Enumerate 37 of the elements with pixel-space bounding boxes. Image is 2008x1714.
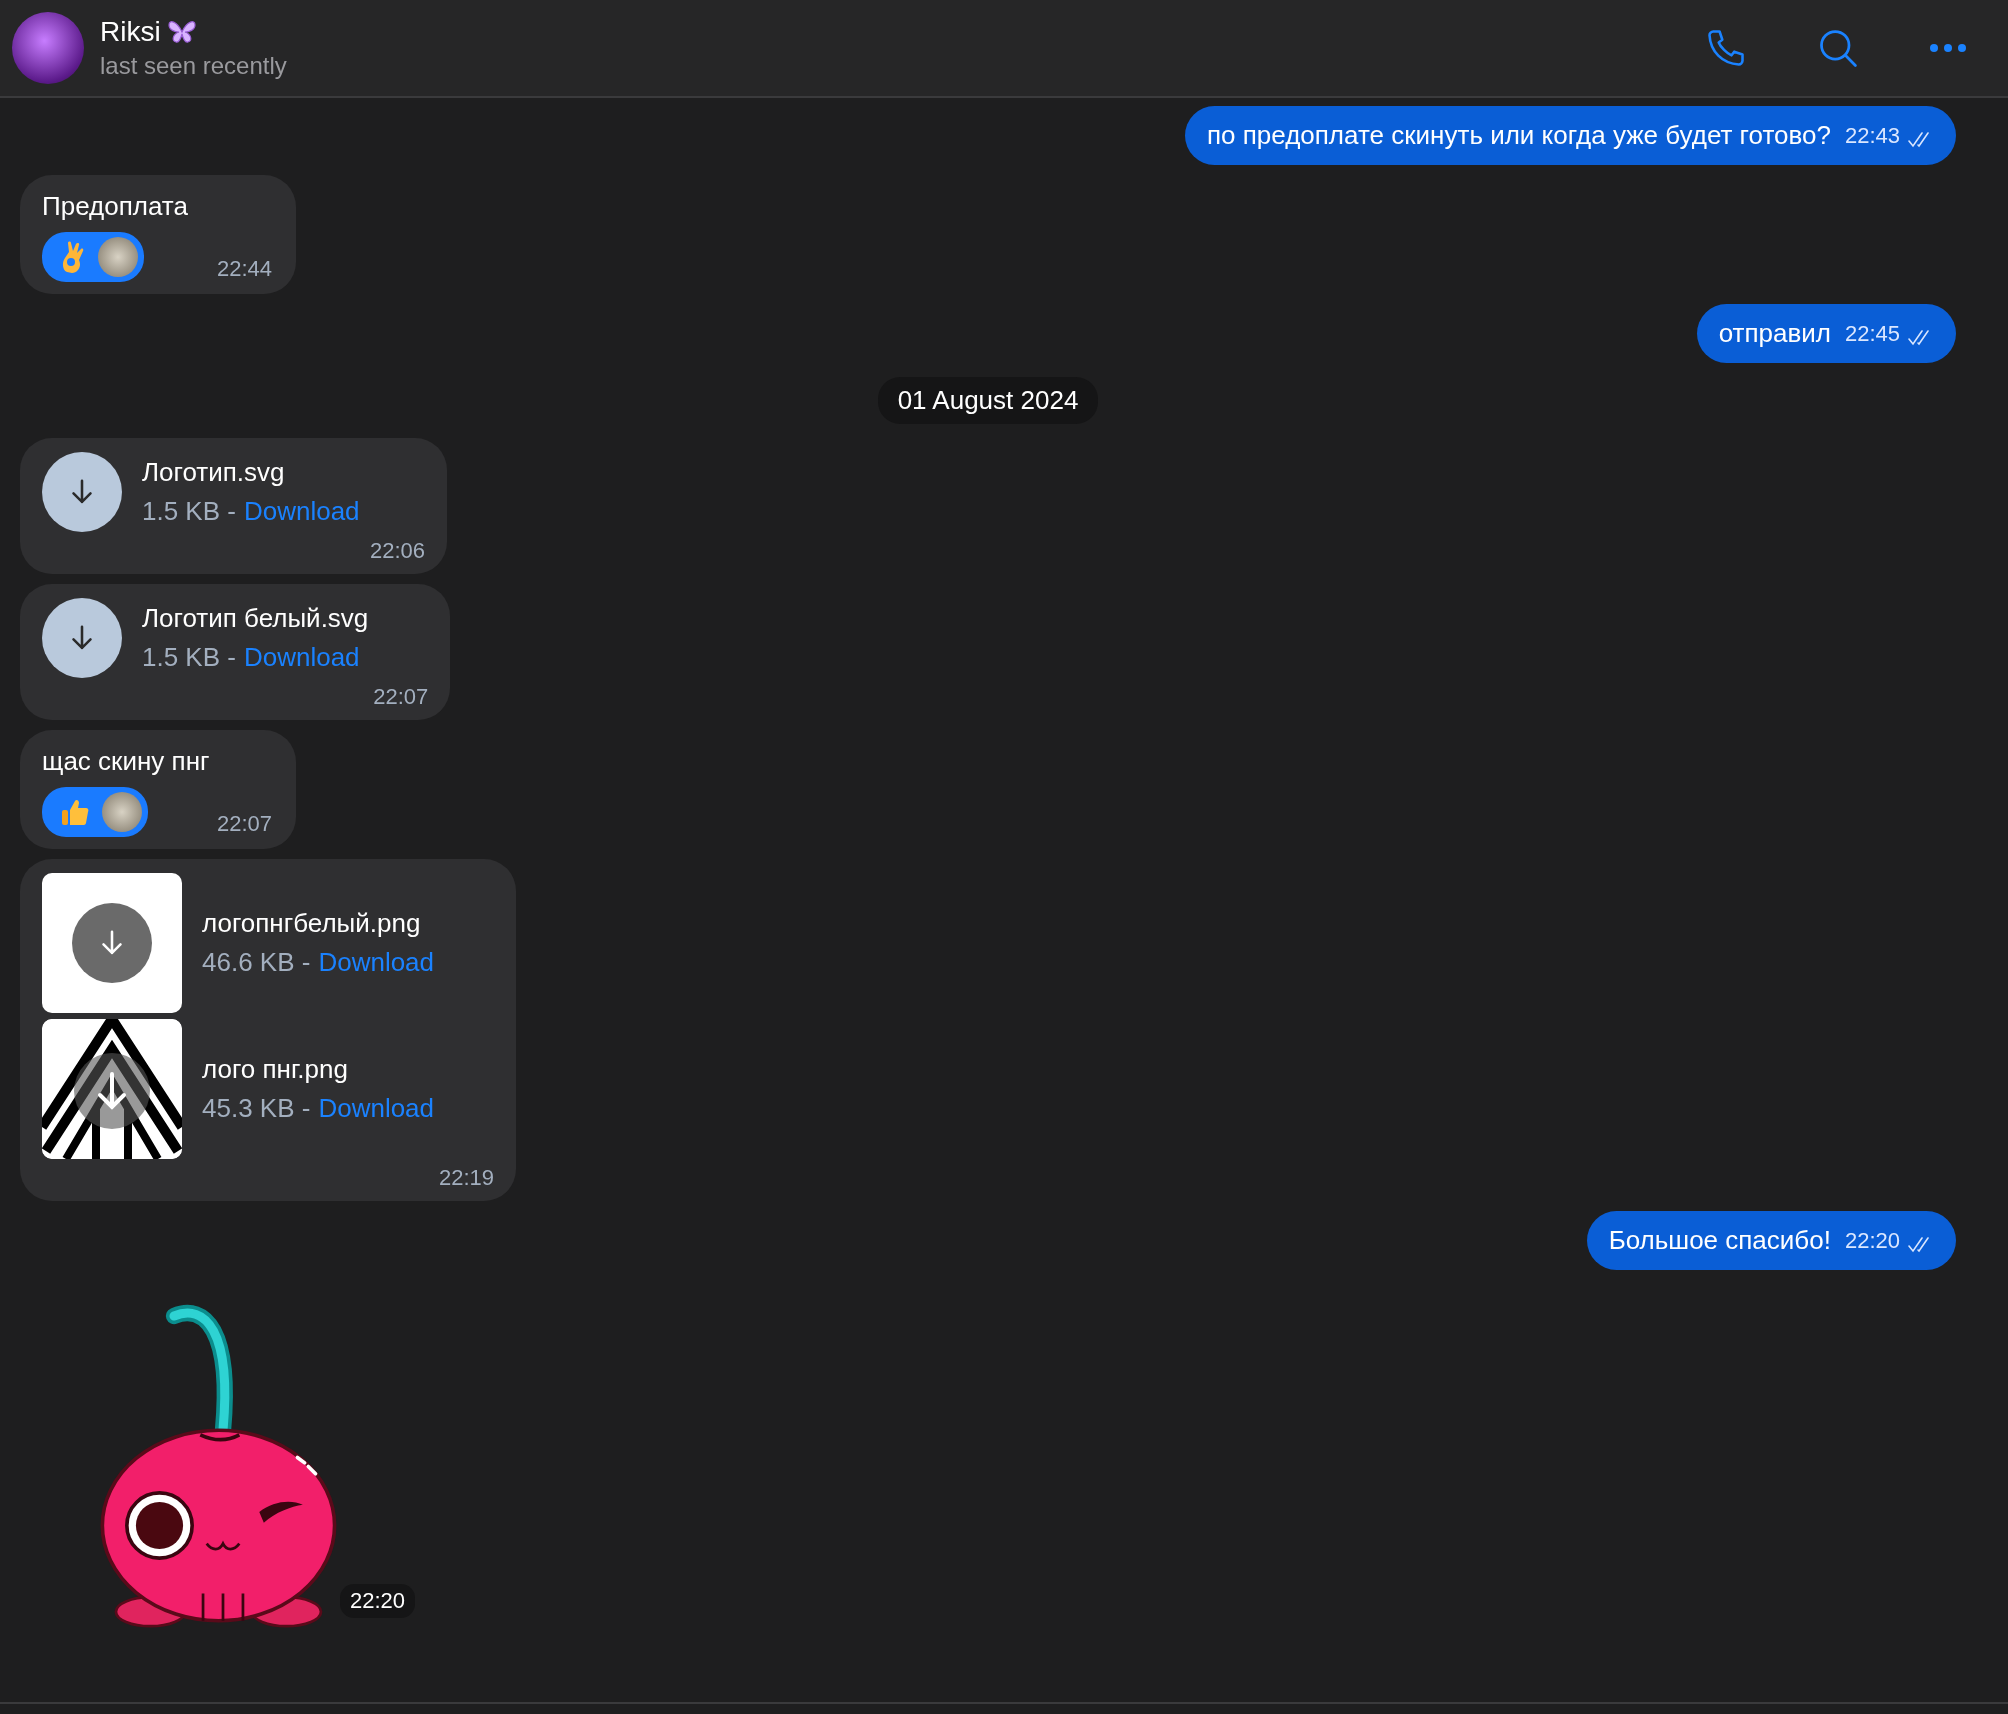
file-size: 45.3 KB - <box>202 1093 311 1124</box>
file-thumbnail[interactable] <box>42 873 182 1013</box>
reactor-avatar <box>98 237 138 277</box>
message-text: Предоплата <box>42 191 189 222</box>
reactor-avatar <box>102 792 142 832</box>
message-time: 22:43 <box>1844 122 1900 149</box>
message-time: 22:19 <box>439 1165 495 1191</box>
contact-name: Riksi <box>100 16 161 48</box>
file-size: 46.6 KB - <box>202 947 311 978</box>
file-name: логопнгбелый.png <box>202 908 422 939</box>
last-seen-status: last seen recently <box>100 52 287 80</box>
file-name: Логотип белый.svg <box>142 603 369 634</box>
message-time: 22:45 <box>1844 320 1900 347</box>
more-icon[interactable] <box>1928 43 1968 53</box>
logo-thumbnail[interactable] <box>42 1019 182 1159</box>
file-size: 1.5 KB - <box>142 496 236 527</box>
download-link[interactable]: Download <box>243 642 360 673</box>
message-time: 22:20 <box>340 1584 416 1618</box>
file-name: лого пнг.png <box>202 1054 349 1085</box>
message-text: Большое спасибо! <box>1608 1225 1831 1256</box>
download-link[interactable]: Download <box>318 1093 435 1124</box>
butterfly-icon <box>166 19 197 45</box>
message-text: щас скину пнг <box>42 746 211 777</box>
message-time: 22:20 <box>1844 1227 1900 1254</box>
message-text: отправил <box>1718 318 1831 349</box>
download-link[interactable]: Download <box>243 496 360 527</box>
message-time: 22:06 <box>369 538 425 564</box>
file-size: 1.5 KB - <box>142 642 236 673</box>
reaction-chip[interactable] <box>42 232 144 282</box>
message-text: по предоплате скинуть или когда уже будет готово? <box>1206 120 1831 151</box>
message-time: 22:44 <box>216 256 272 282</box>
download-link[interactable]: Download <box>318 947 435 978</box>
message-time: 22:07 <box>373 684 429 710</box>
date-separator: 01 August 2024 <box>877 377 1099 424</box>
reaction-chip[interactable] <box>42 787 148 837</box>
file-name: Логотип.svg <box>142 457 286 488</box>
message-time: 22:07 <box>216 811 272 837</box>
